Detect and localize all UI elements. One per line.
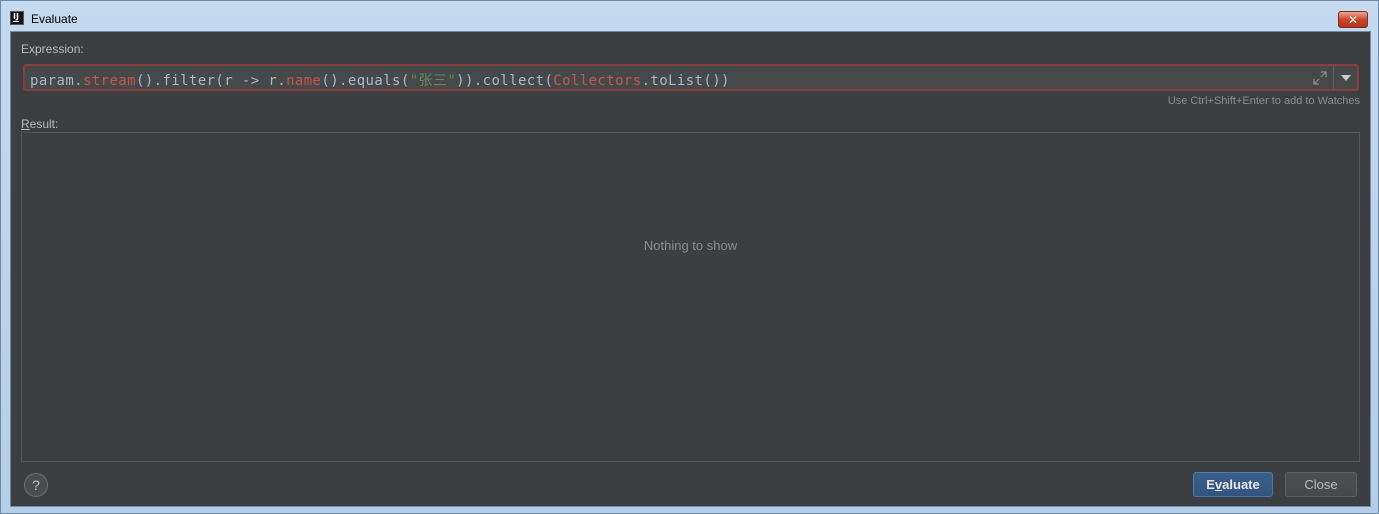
code-token: ().equals( (321, 73, 410, 89)
title-bar[interactable]: IJ Evaluate ✕ (1, 1, 1378, 31)
result-tree-panel[interactable]: Nothing to show (21, 132, 1360, 462)
intellij-app-icon: IJ (10, 11, 24, 25)
help-button[interactable]: ? (24, 473, 48, 497)
expression-label: Expression: (21, 42, 84, 56)
evaluate-dialog: IJ Evaluate ✕ Expression: param.stream()… (0, 0, 1379, 514)
result-label: Result: (21, 117, 58, 131)
evaluate-button[interactable]: Ev aluate (1193, 472, 1273, 497)
window-title: Evaluate (31, 12, 78, 26)
evaluate-label-end: aluate (1222, 477, 1260, 492)
evaluate-label-mnemonic: v (1214, 477, 1223, 492)
code-token: .toList()) (641, 73, 730, 89)
code-token: name (286, 73, 322, 89)
expand-icon[interactable] (1313, 71, 1327, 85)
history-dropdown-button[interactable] (1333, 66, 1357, 89)
result-label-mnemonic: R (21, 117, 30, 131)
evaluate-label-start: E (1206, 477, 1215, 492)
empty-state-text: Nothing to show (643, 238, 738, 253)
dialog-body: Expression: param.stream().filter(r -> r… (10, 31, 1371, 507)
code-token: ().filter(r -> r. (135, 73, 287, 89)
expression-input[interactable]: param.stream().filter(r -> r.name().equa… (23, 64, 1359, 91)
window-close-button[interactable]: ✕ (1338, 11, 1368, 28)
expression-code[interactable]: param.stream().filter(r -> r.name().equa… (30, 70, 730, 90)
code-token: )).collect( (456, 73, 554, 89)
code-token: Collectors (553, 73, 642, 89)
code-token: param. (30, 73, 83, 89)
chevron-down-icon (1340, 74, 1351, 81)
result-label-text: esult: (29, 117, 59, 131)
close-button[interactable]: Close (1285, 472, 1357, 497)
code-token: "张三" (409, 73, 457, 89)
code-token: stream (82, 73, 136, 89)
watches-hint: Use Ctrl+Shift+Enter to add to Watches (1167, 95, 1360, 107)
